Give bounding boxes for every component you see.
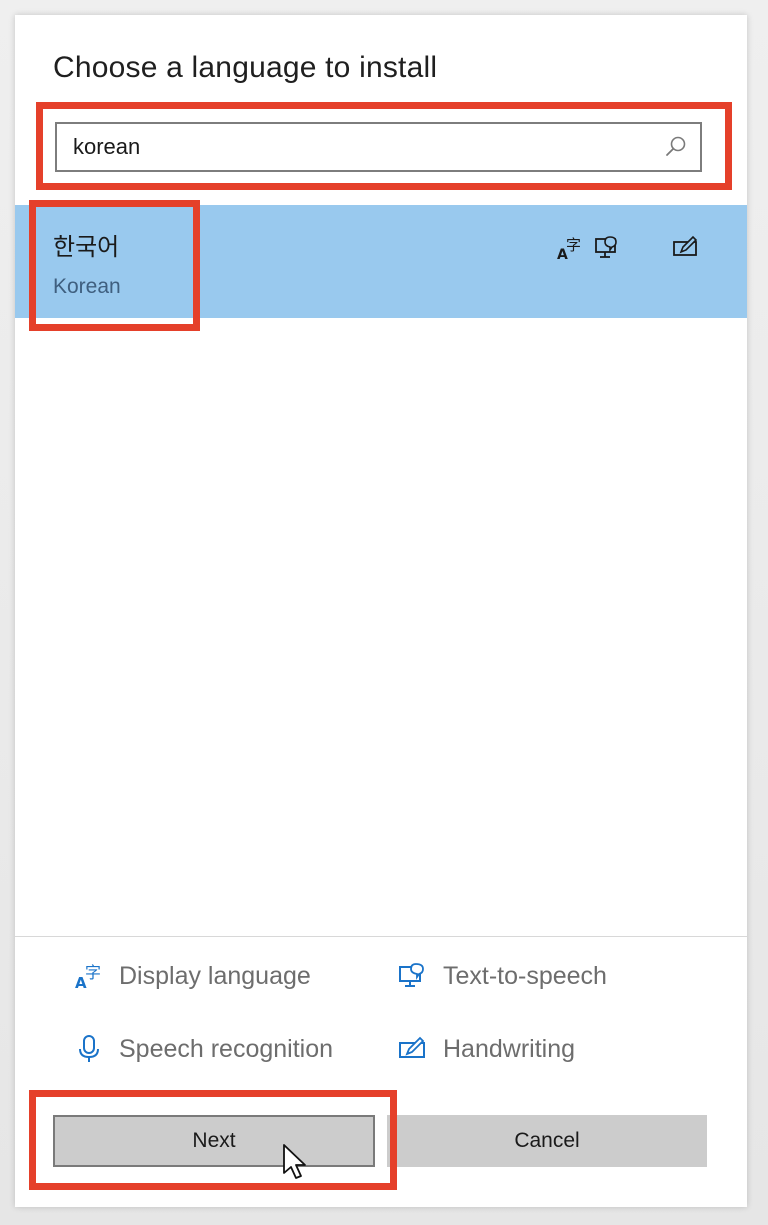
search-icon[interactable] xyxy=(664,135,688,159)
display-language-icon: A 字 xyxy=(557,236,581,263)
legend-divider xyxy=(15,936,747,937)
legend-handwriting-label: Handwriting xyxy=(443,1034,576,1063)
mouse-pointer-icon xyxy=(283,1144,306,1179)
language-results-list: 한국어 Korean A 字 xyxy=(15,205,747,935)
text-to-speech-icon xyxy=(595,236,617,258)
svg-text:字: 字 xyxy=(85,963,101,982)
svg-text:字: 字 xyxy=(566,236,581,254)
legend-text-to-speech: Text-to-speech xyxy=(397,958,607,994)
dialog-title: Choose a language to install xyxy=(53,51,438,84)
language-result-korean[interactable]: 한국어 Korean A 字 xyxy=(15,205,747,318)
legend-display-language-label: Display language xyxy=(119,961,311,990)
screenshot-stage: Choose a language to install 한국어 Korean … xyxy=(0,0,768,1225)
legend-text-to-speech-label: Text-to-speech xyxy=(443,961,607,990)
legend-speech-recognition-label: Speech recognition xyxy=(119,1034,334,1063)
next-button[interactable]: Next xyxy=(53,1115,375,1167)
language-search-box[interactable] xyxy=(55,122,702,172)
language-install-dialog: Choose a language to install 한국어 Korean … xyxy=(15,15,747,1207)
handwriting-icon xyxy=(399,1036,425,1058)
language-search-input[interactable] xyxy=(73,124,653,170)
language-english-name: Korean xyxy=(53,275,121,298)
handwriting-icon xyxy=(673,235,698,256)
legend-speech-recognition: Speech recognition xyxy=(73,1031,333,1067)
cancel-button[interactable]: Cancel xyxy=(387,1115,707,1167)
display-language-icon: A 字 xyxy=(75,963,101,992)
legend-handwriting: Handwriting xyxy=(397,1031,575,1067)
legend-display-language: A 字 Display language xyxy=(73,958,311,994)
microphone-icon xyxy=(79,1035,99,1062)
language-native-name: 한국어 xyxy=(53,233,120,261)
text-to-speech-icon xyxy=(399,963,424,987)
